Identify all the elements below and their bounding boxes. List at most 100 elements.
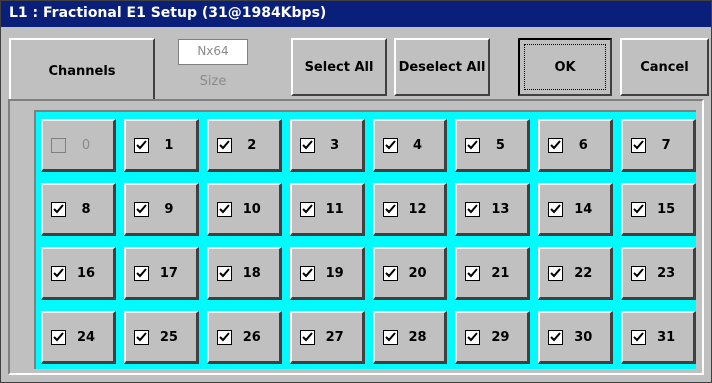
channel-checkbox[interactable] [216, 201, 232, 217]
channel-checkbox[interactable] [133, 201, 149, 217]
channel-toggle-29[interactable]: 29 [455, 311, 531, 364]
channel-checkbox[interactable] [51, 329, 66, 345]
tab-channels[interactable]: Channels [9, 38, 155, 102]
channel-number: 30 [574, 329, 593, 345]
channel-row: 16 17 18 19 20 21 22 23 [41, 247, 696, 300]
channel-checkbox [51, 137, 66, 153]
channel-checkbox[interactable] [133, 137, 149, 153]
channel-checkbox[interactable] [465, 201, 481, 217]
deselect-all-button[interactable]: Deselect All [394, 38, 490, 96]
channel-toggle-18[interactable]: 18 [206, 247, 282, 300]
channel-toggle-6[interactable]: 6 [538, 119, 614, 172]
channel-checkbox[interactable] [548, 329, 564, 345]
channel-toggle-12[interactable]: 12 [372, 183, 448, 236]
channel-checkbox[interactable] [382, 329, 398, 345]
channel-toggle-25[interactable]: 25 [123, 311, 199, 364]
channel-toggle-3[interactable]: 3 [289, 119, 365, 172]
channel-toggle-17[interactable]: 17 [123, 247, 199, 300]
channel-checkbox[interactable] [631, 329, 647, 345]
channel-row: 24 25 26 27 28 29 30 31 [41, 311, 696, 364]
channel-checkbox[interactable] [631, 265, 647, 281]
select-all-button[interactable]: Select All [291, 38, 387, 96]
channel-toggle-16[interactable]: 16 [41, 247, 116, 300]
channel-number: 8 [81, 201, 91, 217]
channel-checkbox[interactable] [382, 137, 398, 153]
channel-number: 26 [242, 329, 261, 345]
channel-number: 18 [242, 265, 261, 281]
channel-checkbox[interactable] [299, 329, 315, 345]
channel-toggle-14[interactable]: 14 [538, 183, 614, 236]
channel-toggle-2[interactable]: 2 [206, 119, 282, 172]
channel-checkbox[interactable] [51, 201, 66, 217]
channel-toggle-19[interactable]: 19 [289, 247, 365, 300]
channel-number: 3 [330, 137, 340, 153]
channel-grid: 0 1 2 3 4 5 6 7 8 9 10 11 12 13 14 15 16 17 18 19 20 21 22 23 24… [34, 110, 696, 369]
channel-toggle-1[interactable]: 1 [123, 119, 199, 172]
channel-checkbox[interactable] [216, 329, 232, 345]
channel-checkbox[interactable] [631, 137, 647, 153]
channel-number: 22 [574, 265, 593, 281]
size-group: Nx64 Size [168, 39, 258, 95]
channel-toggle-30[interactable]: 30 [538, 311, 614, 364]
channel-toggle-28[interactable]: 28 [372, 311, 448, 364]
channel-number: 11 [325, 201, 344, 217]
channel-toggle-8[interactable]: 8 [41, 183, 116, 236]
channel-toggle-4[interactable]: 4 [372, 119, 448, 172]
channel-checkbox[interactable] [216, 265, 232, 281]
channels-panel: 0 1 2 3 4 5 6 7 8 9 10 11 12 13 14 15 16 17 18 19 20 21 22 23 24… [8, 99, 704, 375]
window-title: L1 : Fractional E1 Setup (31@1984Kbps) [9, 5, 327, 21]
deselect-all-label: Deselect All [398, 59, 486, 75]
channel-toggle-9[interactable]: 9 [123, 183, 199, 236]
channel-checkbox[interactable] [465, 137, 481, 153]
title-bar: L1 : Fractional E1 Setup (31@1984Kbps) [1, 1, 711, 27]
channel-toggle-15[interactable]: 15 [621, 183, 696, 236]
channel-toggle-0: 0 [41, 119, 116, 172]
dialog-window: L1 : Fractional E1 Setup (31@1984Kbps) C… [0, 0, 712, 383]
focus-rectangle [524, 44, 606, 90]
channel-toggle-23[interactable]: 23 [621, 247, 696, 300]
channel-toggle-7[interactable]: 7 [621, 119, 696, 172]
channel-toggle-11[interactable]: 11 [289, 183, 365, 236]
channel-number: 29 [491, 329, 510, 345]
channel-checkbox[interactable] [382, 201, 398, 217]
channel-toggle-5[interactable]: 5 [455, 119, 531, 172]
channel-checkbox[interactable] [133, 329, 149, 345]
channel-checkbox[interactable] [216, 137, 232, 153]
channel-number: 15 [657, 201, 676, 217]
channel-checkbox[interactable] [299, 201, 315, 217]
channel-checkbox[interactable] [299, 265, 315, 281]
channel-checkbox[interactable] [51, 265, 66, 281]
channel-number: 27 [325, 329, 344, 345]
channel-number: 19 [325, 265, 344, 281]
channel-checkbox[interactable] [133, 265, 149, 281]
channel-number: 25 [159, 329, 178, 345]
channel-toggle-22[interactable]: 22 [538, 247, 614, 300]
channel-row: 0 1 2 3 4 5 6 7 [41, 119, 696, 172]
channel-checkbox[interactable] [548, 137, 564, 153]
channel-row: 8 9 10 11 12 13 14 15 [41, 183, 696, 236]
channel-checkbox[interactable] [382, 265, 398, 281]
channel-checkbox[interactable] [548, 265, 564, 281]
channel-number: 21 [491, 265, 510, 281]
channel-toggle-13[interactable]: 13 [455, 183, 531, 236]
channel-checkbox[interactable] [548, 201, 564, 217]
channel-number: 13 [491, 201, 510, 217]
channel-toggle-20[interactable]: 20 [372, 247, 448, 300]
channel-toggle-21[interactable]: 21 [455, 247, 531, 300]
channel-checkbox[interactable] [465, 265, 481, 281]
channel-number: 0 [81, 137, 91, 153]
select-all-label: Select All [304, 59, 374, 75]
channel-toggle-24[interactable]: 24 [41, 311, 116, 364]
channel-checkbox[interactable] [465, 329, 481, 345]
channel-toggle-27[interactable]: 27 [289, 311, 365, 364]
channel-checkbox[interactable] [631, 201, 647, 217]
channel-toggle-31[interactable]: 31 [621, 311, 696, 364]
cancel-button[interactable]: Cancel [620, 38, 709, 96]
channel-number: 4 [412, 137, 423, 153]
channel-toggle-10[interactable]: 10 [206, 183, 282, 236]
ok-button[interactable]: OK [518, 38, 612, 96]
channel-checkbox[interactable] [299, 137, 315, 153]
channel-number: 12 [408, 201, 427, 217]
channel-number: 10 [242, 201, 261, 217]
channel-toggle-26[interactable]: 26 [206, 311, 282, 364]
